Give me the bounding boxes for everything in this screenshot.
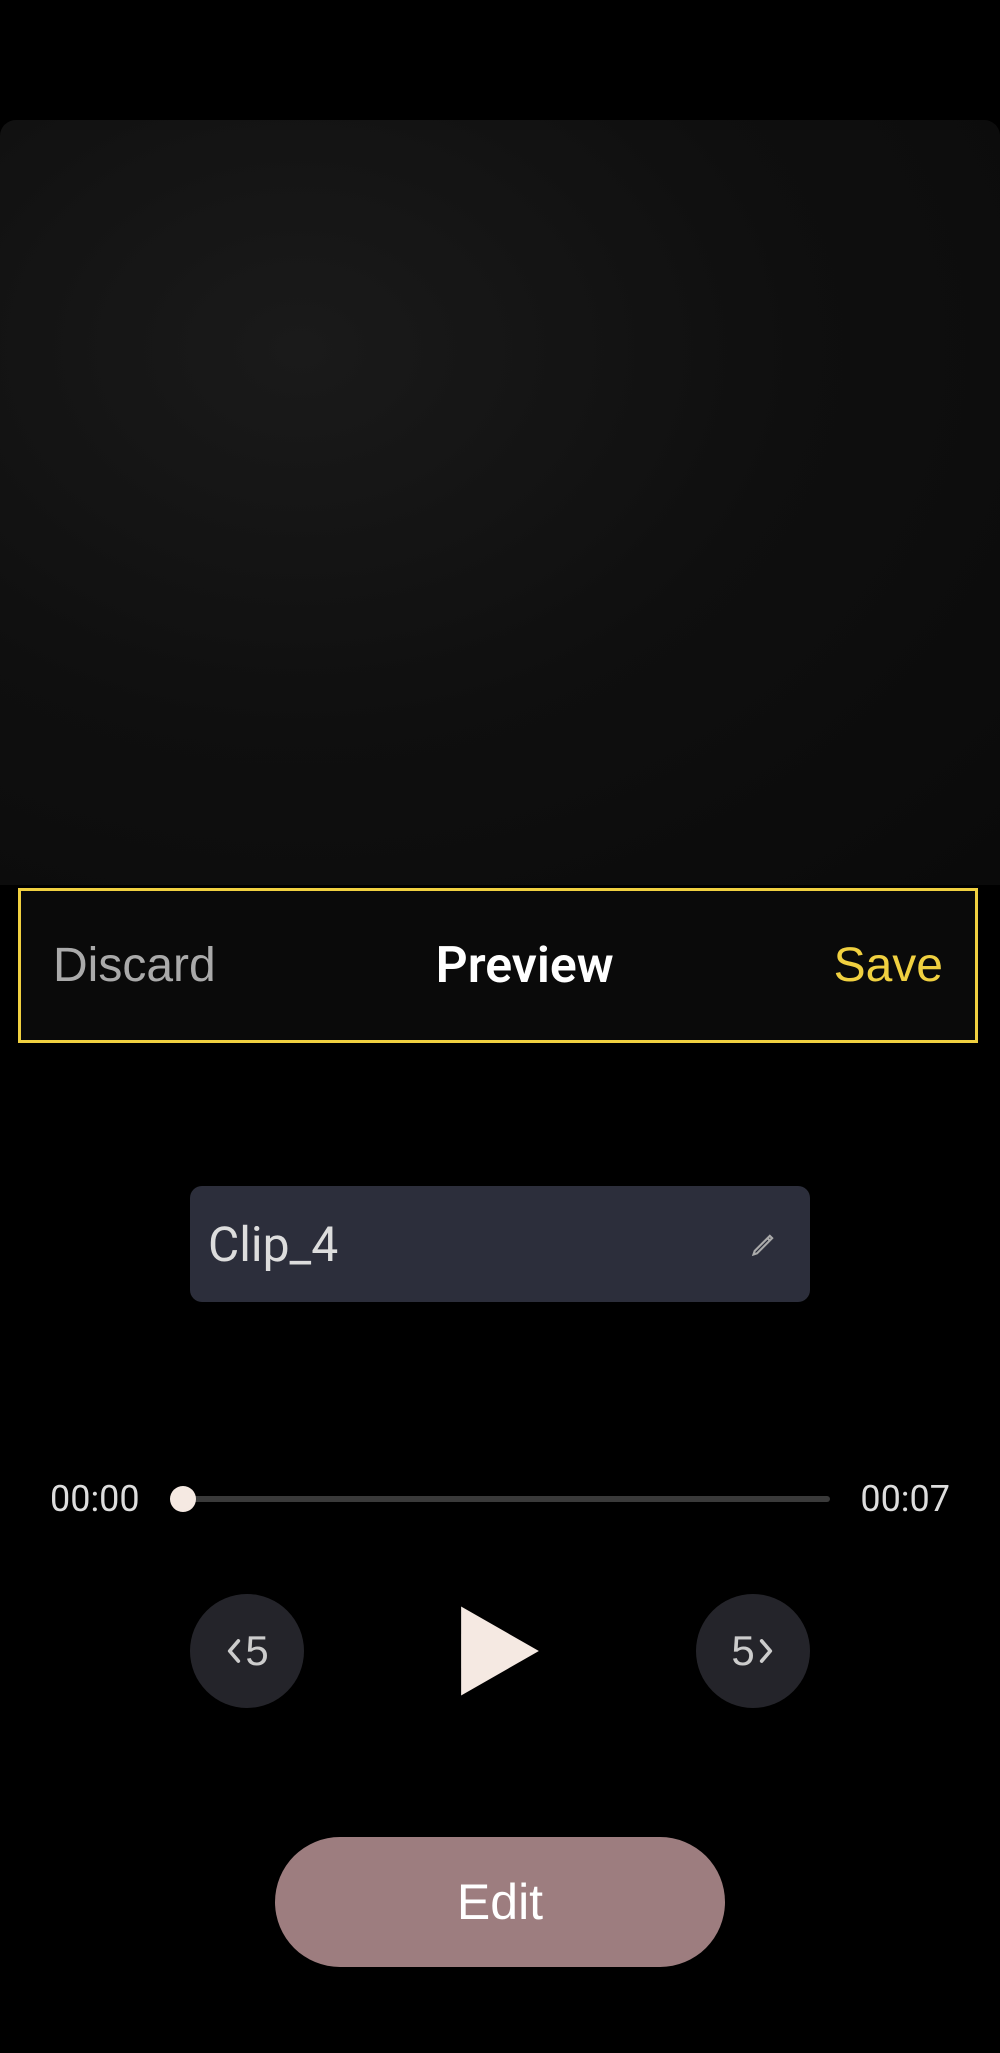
edit-button[interactable]: Edit <box>275 1837 725 1967</box>
skip-forward-button[interactable]: 5 <box>696 1594 810 1708</box>
skip-back-button[interactable]: 5 <box>190 1594 304 1708</box>
video-preview <box>0 120 1000 885</box>
play-icon <box>455 1601 545 1701</box>
edit-button-label: Edit <box>457 1873 543 1931</box>
playback-controls: 5 5 <box>190 1594 810 1708</box>
clip-name-field[interactable]: Clip_4 <box>190 1186 810 1302</box>
discard-button[interactable]: Discard <box>53 938 216 993</box>
progress-thumb[interactable] <box>170 1486 196 1512</box>
chevron-right-icon <box>757 1638 775 1664</box>
preview-title: Preview <box>436 937 614 995</box>
action-bar: Discard Preview Save <box>18 888 978 1043</box>
save-button[interactable]: Save <box>834 938 943 993</box>
skip-back-seconds: 5 <box>245 1627 268 1675</box>
progress-slider[interactable] <box>170 1496 831 1502</box>
pencil-icon[interactable] <box>748 1228 780 1260</box>
play-button[interactable] <box>455 1601 545 1701</box>
chevron-left-icon <box>225 1638 243 1664</box>
total-time: 00:07 <box>860 1478 950 1520</box>
progress-row: 00:00 00:07 <box>50 1478 950 1520</box>
skip-forward-seconds: 5 <box>731 1627 754 1675</box>
clip-name-text: Clip_4 <box>208 1216 338 1273</box>
current-time: 00:00 <box>50 1478 140 1520</box>
